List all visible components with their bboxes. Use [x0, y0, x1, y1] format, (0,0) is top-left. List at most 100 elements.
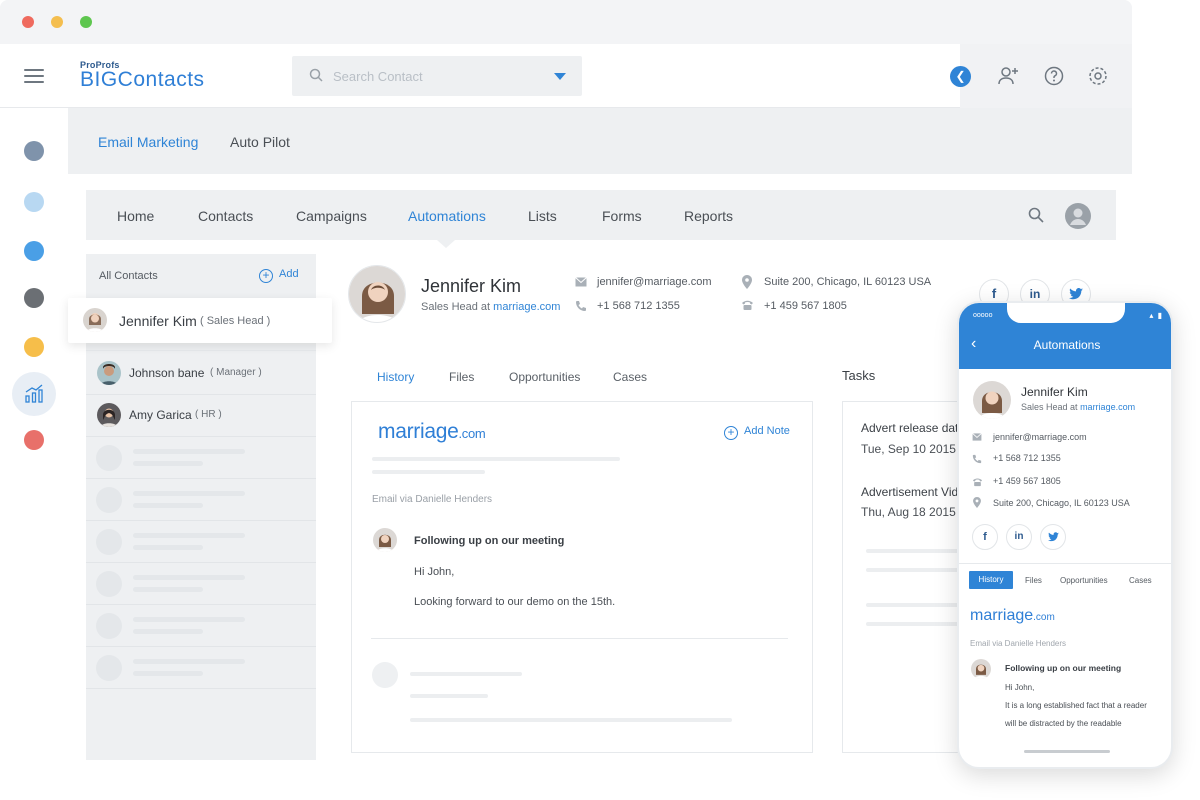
phone-tab-history[interactable]: History	[969, 571, 1013, 589]
help-icon[interactable]	[1042, 64, 1066, 88]
nav-automations[interactable]: Automations	[408, 208, 486, 224]
placeholder-line	[372, 457, 620, 461]
location-icon	[973, 497, 981, 508]
analytics-icon[interactable]	[24, 384, 44, 404]
tab-cases[interactable]: Cases	[613, 370, 647, 384]
search-contact-input[interactable]: Search Contact	[292, 56, 582, 96]
profile-address: Suite 200, Chicago, IL 60123 USA	[764, 276, 932, 288]
plus-icon: +	[724, 426, 738, 440]
phone-phone[interactable]: +1 568 712 1355	[993, 453, 1061, 463]
contact-avatar	[97, 403, 121, 427]
gear-icon[interactable]	[1086, 64, 1110, 88]
left-rail	[0, 108, 68, 760]
placeholder-line	[866, 603, 962, 607]
phone-brand-suffix: .com	[1033, 612, 1055, 623]
email-icon	[575, 277, 587, 287]
profile-avatar	[348, 265, 406, 323]
phone-message-body-2: will be distracted by the readable	[1005, 719, 1122, 728]
phone-message-body-1: It is a long established fact that a rea…	[1005, 701, 1147, 710]
nav-campaigns[interactable]: Campaigns	[296, 208, 367, 224]
company-brand: marriage.com	[378, 420, 486, 444]
list-item-placeholder	[86, 648, 316, 688]
contact-name[interactable]: Amy Garica	[129, 408, 192, 422]
nav-forms[interactable]: Forms	[602, 208, 642, 224]
divider	[86, 436, 316, 437]
main-nav: Home Contacts Campaigns Automations List…	[86, 190, 1116, 240]
divider	[86, 688, 316, 689]
rail-app-3[interactable]	[24, 241, 44, 261]
facebook-icon[interactable]: f	[972, 524, 998, 550]
task-title[interactable]: Advert release date	[861, 421, 965, 435]
phone-mockup: ooooo ▴ ▮ ‹ Automations Jennifer Kim Sal…	[957, 301, 1173, 769]
nav-home[interactable]: Home	[117, 208, 154, 224]
sub-header: Email Marketing Auto Pilot	[68, 108, 1132, 174]
logo[interactable]: ProProfs BIGContacts	[80, 60, 205, 92]
profile-title: Sales Head at marriage.com	[421, 301, 560, 313]
rail-app-1[interactable]	[24, 141, 44, 161]
phone-email-via: Email via Danielle Henders	[970, 639, 1067, 648]
placeholder-line	[410, 672, 522, 676]
linkedin-icon[interactable]: in	[1006, 524, 1032, 550]
divider	[86, 394, 316, 395]
divider	[86, 520, 316, 521]
add-contact-button[interactable]: + Add	[259, 268, 299, 283]
rail-app-6[interactable]	[24, 430, 44, 450]
profile-phone[interactable]: +1 568 712 1355	[597, 300, 680, 312]
twitter-icon[interactable]	[1040, 524, 1066, 550]
rail-app-2[interactable]	[24, 192, 44, 212]
placeholder-line	[372, 470, 485, 474]
add-note-button[interactable]: + Add Note	[724, 425, 790, 440]
brand-suffix: .com	[458, 426, 486, 441]
nav-lists[interactable]: Lists	[528, 208, 557, 224]
phone-fax[interactable]: +1 459 567 1805	[993, 476, 1061, 486]
phone-tab-files[interactable]: Files	[1025, 576, 1042, 585]
list-item-placeholder	[86, 480, 316, 520]
tab-files[interactable]: Files	[449, 370, 474, 384]
divider	[86, 646, 316, 647]
collapse-panel-button[interactable]: ❮	[950, 66, 971, 87]
contact-role: ( Manager )	[210, 367, 262, 378]
chevron-down-icon[interactable]	[554, 73, 566, 80]
tab-history[interactable]: History	[377, 370, 414, 384]
contact-role: ( Sales Head )	[200, 315, 271, 327]
contact-name[interactable]: Johnson bane	[129, 366, 204, 380]
contact-name: Jennifer Kim	[119, 313, 197, 329]
divider	[86, 350, 316, 351]
nav-reports[interactable]: Reports	[684, 208, 733, 224]
phone-email[interactable]: jennifer@marriage.com	[993, 432, 1087, 442]
minimize-window-button[interactable]	[51, 16, 63, 28]
message-greeting: Hi John,	[414, 566, 455, 578]
task-title[interactable]: Advertisement Video	[861, 485, 972, 499]
profile-email[interactable]: jennifer@marriage.com	[597, 276, 712, 288]
menu-icon[interactable]	[24, 69, 44, 83]
rail-app-4[interactable]	[24, 288, 44, 308]
profile-fax[interactable]: +1 459 567 1805	[764, 300, 847, 312]
tab-email-marketing[interactable]: Email Marketing	[98, 134, 198, 150]
list-item-placeholder	[86, 438, 316, 478]
phone-company-link[interactable]: marriage.com	[1080, 402, 1135, 412]
maximize-window-button[interactable]	[80, 16, 92, 28]
tab-opportunities[interactable]: Opportunities	[509, 370, 580, 384]
fax-icon	[972, 478, 983, 487]
add-user-icon[interactable]	[996, 64, 1020, 88]
phone-tab-cases[interactable]: Cases	[1129, 576, 1152, 585]
tab-auto-pilot[interactable]: Auto Pilot	[230, 134, 290, 150]
brand-main: marriage	[378, 420, 459, 443]
nav-contacts[interactable]: Contacts	[198, 208, 253, 224]
phone-message-avatar	[971, 659, 991, 679]
search-icon[interactable]	[1028, 207, 1044, 223]
app-header: ProProfs BIGContacts Search Contact ❮	[0, 44, 1132, 108]
all-contacts-label: All Contacts	[99, 270, 158, 282]
phone-title-prefix: Sales Head at	[1021, 402, 1078, 412]
placeholder-line	[866, 549, 962, 553]
phone-tab-opportunities[interactable]: Opportunities	[1060, 576, 1108, 585]
avatar[interactable]	[1065, 203, 1091, 229]
close-window-button[interactable]	[22, 16, 34, 28]
company-link[interactable]: marriage.com	[493, 301, 560, 313]
phone-message-greeting: Hi John,	[1005, 683, 1035, 692]
task-date: Tue, Sep 10 2015	[861, 442, 956, 456]
message-subject: Following up on our meeting	[414, 535, 565, 547]
signal-indicator: ooooo	[973, 312, 993, 319]
rail-app-5[interactable]	[24, 337, 44, 357]
email-icon	[972, 433, 982, 441]
